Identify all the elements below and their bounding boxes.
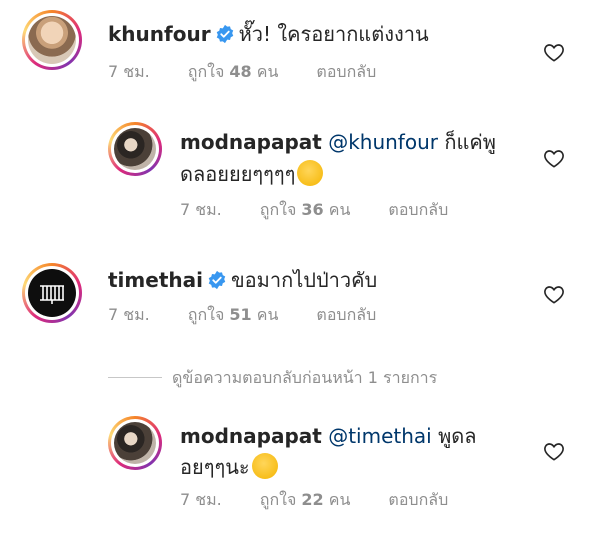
like-heart-icon[interactable] xyxy=(543,284,565,304)
comment-meta: 7 ชม. ถูกใจ 48 คน ตอบกลับ xyxy=(108,61,414,83)
avatar[interactable] xyxy=(108,122,162,176)
mention-link[interactable]: @khunfour xyxy=(328,130,438,154)
avatar[interactable] xyxy=(22,263,82,323)
likes-unit: คน xyxy=(328,490,351,509)
username[interactable]: modnapapat xyxy=(180,424,322,448)
like-heart-icon[interactable] xyxy=(543,441,565,461)
likes-unit: คน xyxy=(328,200,351,219)
comment-text-line2: อยๆๆนะ xyxy=(180,455,250,479)
likes-unit: คน xyxy=(256,305,279,324)
likes-link[interactable]: ถูกใจ 22 คน xyxy=(260,490,351,509)
comment-time: 7 ชม. xyxy=(180,490,222,509)
likes-label: ถูกใจ xyxy=(259,490,297,509)
comment-text: พูดล xyxy=(438,424,477,448)
reply-button[interactable]: ตอบกลับ xyxy=(388,490,448,509)
comment-meta: 7 ชม. ถูกใจ 22 คน ตอบกลับ xyxy=(180,489,486,511)
comment-text: หั๊ว! ใครอยากแต่งงาน xyxy=(238,22,429,46)
mention-link[interactable]: @timethai xyxy=(328,424,432,448)
comment-text: ขอมากไปป่าวคับ xyxy=(230,268,378,292)
likes-unit: คน xyxy=(256,62,279,81)
comment-text: ก็แค่พู xyxy=(444,130,496,154)
comment-meta: 7 ชม. ถูกใจ 51 คน ตอบกลับ xyxy=(108,304,414,326)
comment-time: 7 ชม. xyxy=(108,62,150,81)
likes-count: 51 xyxy=(229,305,252,324)
divider xyxy=(108,377,162,378)
avatar[interactable] xyxy=(108,416,162,470)
verified-badge-icon xyxy=(216,24,233,44)
like-heart-icon[interactable] xyxy=(543,42,565,62)
like-heart-icon[interactable] xyxy=(543,148,565,168)
reply-button[interactable]: ตอบกลับ xyxy=(388,200,448,219)
likes-label: ถูกใจ xyxy=(259,200,297,219)
likes-link[interactable]: ถูกใจ 48 คน xyxy=(188,62,279,81)
avatar[interactable] xyxy=(22,10,82,70)
username[interactable]: khunfour xyxy=(108,22,211,46)
reply-button[interactable]: ตอบกลับ xyxy=(316,305,376,324)
comment-time: 7 ชม. xyxy=(108,305,150,324)
view-previous-replies-label: ดูข้อความตอบกลับก่อนหน้า 1 รายการ xyxy=(172,368,438,387)
smirking-face-emoji xyxy=(251,453,278,479)
comment-text-line2: ดลอยยยๆๆๆๆ xyxy=(180,162,296,186)
timethai-logo-icon xyxy=(40,285,64,304)
likes-count: 48 xyxy=(229,62,252,81)
view-previous-replies-button[interactable]: ดูข้อความตอบกลับก่อนหน้า 1 รายการ xyxy=(108,366,437,388)
reply-button[interactable]: ตอบกลับ xyxy=(316,62,376,81)
comment-meta: 7 ชม. ถูกใจ 36 คน ตอบกลับ xyxy=(180,199,486,221)
likes-label: ถูกใจ xyxy=(187,305,225,324)
shushing-face-emoji xyxy=(297,160,324,186)
likes-link[interactable]: ถูกใจ 36 คน xyxy=(260,200,351,219)
likes-link[interactable]: ถูกใจ 51 คน xyxy=(188,305,279,324)
likes-count: 22 xyxy=(301,490,324,509)
username[interactable]: timethai xyxy=(108,268,203,292)
username[interactable]: modnapapat xyxy=(180,130,322,154)
likes-count: 36 xyxy=(301,200,324,219)
verified-badge-icon xyxy=(208,270,226,290)
likes-label: ถูกใจ xyxy=(187,62,225,81)
comment-time: 7 ชม. xyxy=(180,200,222,219)
